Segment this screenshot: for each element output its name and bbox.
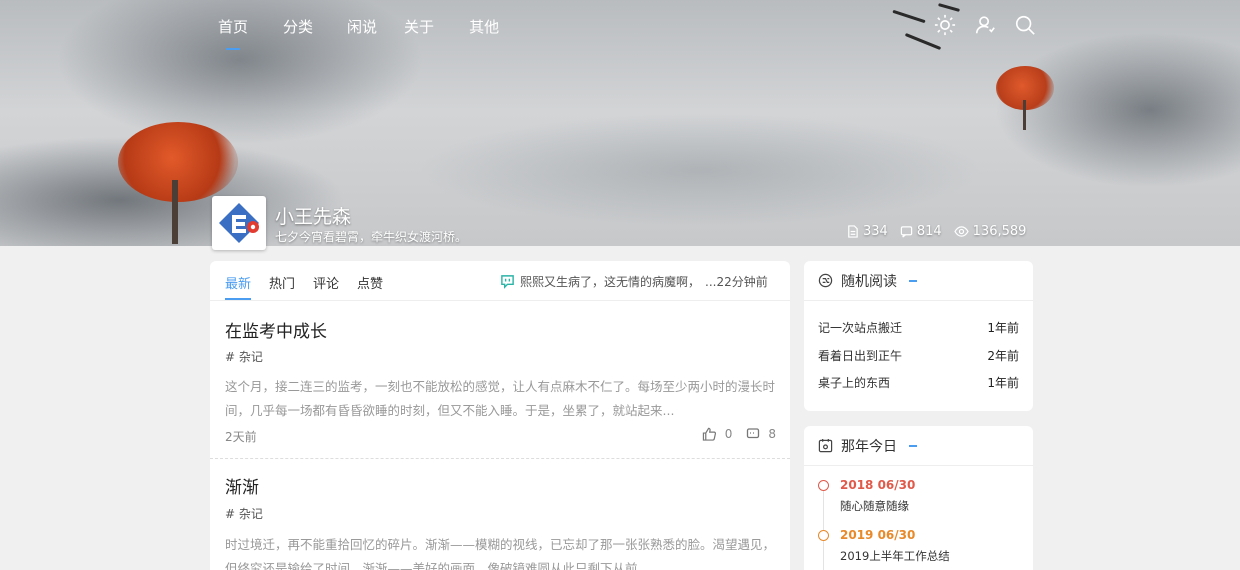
timeline-dot [818,480,829,491]
stat-articles: 334 [846,224,888,239]
comment-icon [900,226,913,238]
tab-hot[interactable]: 热门 [269,273,295,292]
post-excerpt: 这个月，接二连三的监考，一刻也不能放松的感觉，让人有点麻木不仁了。每场至少两小时… [225,379,776,418]
on-this-day-widget: 那年今日 2018 06/30 随心随意随缘 2019 06/30 2019上半… [804,426,1033,570]
item-title: 记一次站点搬迁 [818,321,903,336]
main-nav: 首页 分类 闲说 关于 其他 [218,16,499,50]
title-accent [909,444,917,447]
timeline-item[interactable]: 2018 06/30 随心随意随缘 [804,478,1033,528]
item-time: 1年前 [987,321,1019,336]
post-meta: 0 8 [702,427,776,441]
chat-bubble-icon [501,275,514,289]
timeline-date: 2019 06/30 [840,528,916,542]
tab-comments[interactable]: 评论 [313,273,339,292]
nav-item-other[interactable]: 其他 [469,16,499,37]
post-comments-count: 8 [768,427,776,441]
tab-label: 点赞 [357,277,384,292]
notice-text: 熙熙又生病了，这无情的病魔啊， [520,275,701,289]
bird-decoration [892,9,926,24]
nav-item-home[interactable]: 首页 [218,16,249,50]
stat-articles-value: 334 [863,224,888,239]
calendar-icon [818,438,833,453]
red-tree-left [118,122,238,202]
document-icon [848,225,858,238]
site-stats: 334 814 136,589 [846,224,1026,239]
post-title[interactable]: 在监考中成长 [225,317,327,342]
widget-title: 那年今日 [841,438,897,455]
tab-active-indicator [225,298,252,300]
timeline-dot [818,530,829,541]
list-item[interactable]: 看着日出到正午 2年前 [804,342,1033,370]
list-item[interactable]: 桌子上的东西 1年前 [804,369,1033,397]
nav-label: 闲说 [347,18,378,36]
notice-time: ...22分钟前 [705,275,768,289]
nav-label: 其他 [469,18,500,36]
post-tag[interactable]: # 杂记 [225,348,263,365]
list-item[interactable]: 记一次站点搬迁 1年前 [804,314,1033,342]
tab-label: 评论 [313,277,340,292]
post-divider [210,458,790,459]
feed-tabs: 最新 热门 评论 点赞 熙熙又生病了，这无情的病魔啊， ...22分钟前 [210,261,790,301]
item-time: 2年前 [987,348,1019,363]
nav-item-talk[interactable]: 闲说 [347,16,377,37]
stat-comments: 814 [900,224,942,239]
stat-views: 136,589 [953,224,1027,239]
post-time: 2天前 [225,430,257,444]
post-likes-count: 0 [724,427,733,441]
shuffle-icon [818,273,833,288]
tab-likes[interactable]: 点赞 [357,273,383,292]
user-icon[interactable] [974,14,996,36]
widget-header: 那年今日 [804,426,1033,466]
nav-label: 关于 [404,18,435,36]
nav-label: 首页 [218,18,249,36]
item-title: 桌子上的东西 [818,376,891,391]
timeline: 2018 06/30 随心随意随缘 2019 06/30 2019上半年工作总结 [804,466,1033,570]
tab-label: 热门 [269,277,296,292]
site-logo [215,199,263,247]
comment-icon[interactable] [746,427,760,441]
site-motto: 七夕今宵看碧霄，牵牛织女渡河桥。 [275,230,468,244]
nav-active-indicator [226,48,240,50]
timeline-item[interactable]: 2019 06/30 2019上半年工作总结 [804,528,1033,570]
post-excerpt: 时过境迁，再不能重拾回忆的碎片。渐渐——模糊的视线，已忘却了那一张张熟悉的脸。渴… [225,537,776,570]
tab-label: 最新 [225,277,252,292]
stat-comments-value: 814 [916,224,942,239]
bird-decoration [938,3,960,12]
timeline-text: 2019上半年工作总结 [840,549,950,563]
site-name[interactable]: 小王先森 [275,202,351,229]
title-accent [909,279,917,282]
tree-trunk-right [1023,100,1026,130]
header-actions [934,14,1036,36]
header-banner [0,0,1240,246]
tree-trunk-left [172,180,178,244]
thumbs-up-icon[interactable] [702,427,717,441]
widget-title: 随机阅读 [841,273,897,290]
random-read-widget: 随机阅读 记一次站点搬迁 1年前 看着日出到正午 2年前 桌子上的东西 1年前 [804,261,1033,411]
post-title[interactable]: 渐渐 [225,473,259,498]
tab-latest[interactable]: 最新 [225,273,252,300]
widget-header: 随机阅读 [804,261,1033,301]
timeline-text: 随心随意随缘 [840,499,909,513]
nav-label: 分类 [283,18,314,36]
nav-item-about[interactable]: 关于 [404,16,434,37]
post-feed: 最新 热门 评论 点赞 熙熙又生病了，这无情的病魔啊， ...22分钟前 在监考… [210,261,790,570]
item-title: 看着日出到正午 [818,348,903,363]
avatar[interactable] [212,196,266,250]
sun-icon[interactable] [934,14,956,36]
nav-item-category[interactable]: 分类 [283,16,313,37]
stat-views-value: 136,589 [972,224,1027,239]
latest-notice[interactable]: 熙熙又生病了，这无情的病魔啊， ...22分钟前 [500,273,768,290]
search-icon[interactable] [1014,14,1036,36]
item-time: 1年前 [987,376,1019,391]
eye-icon [953,226,969,237]
post-tag[interactable]: # 杂记 [225,505,263,522]
random-read-list: 记一次站点搬迁 1年前 看着日出到正午 2年前 桌子上的东西 1年前 [804,301,1033,397]
timeline-date: 2018 06/30 [840,478,916,492]
